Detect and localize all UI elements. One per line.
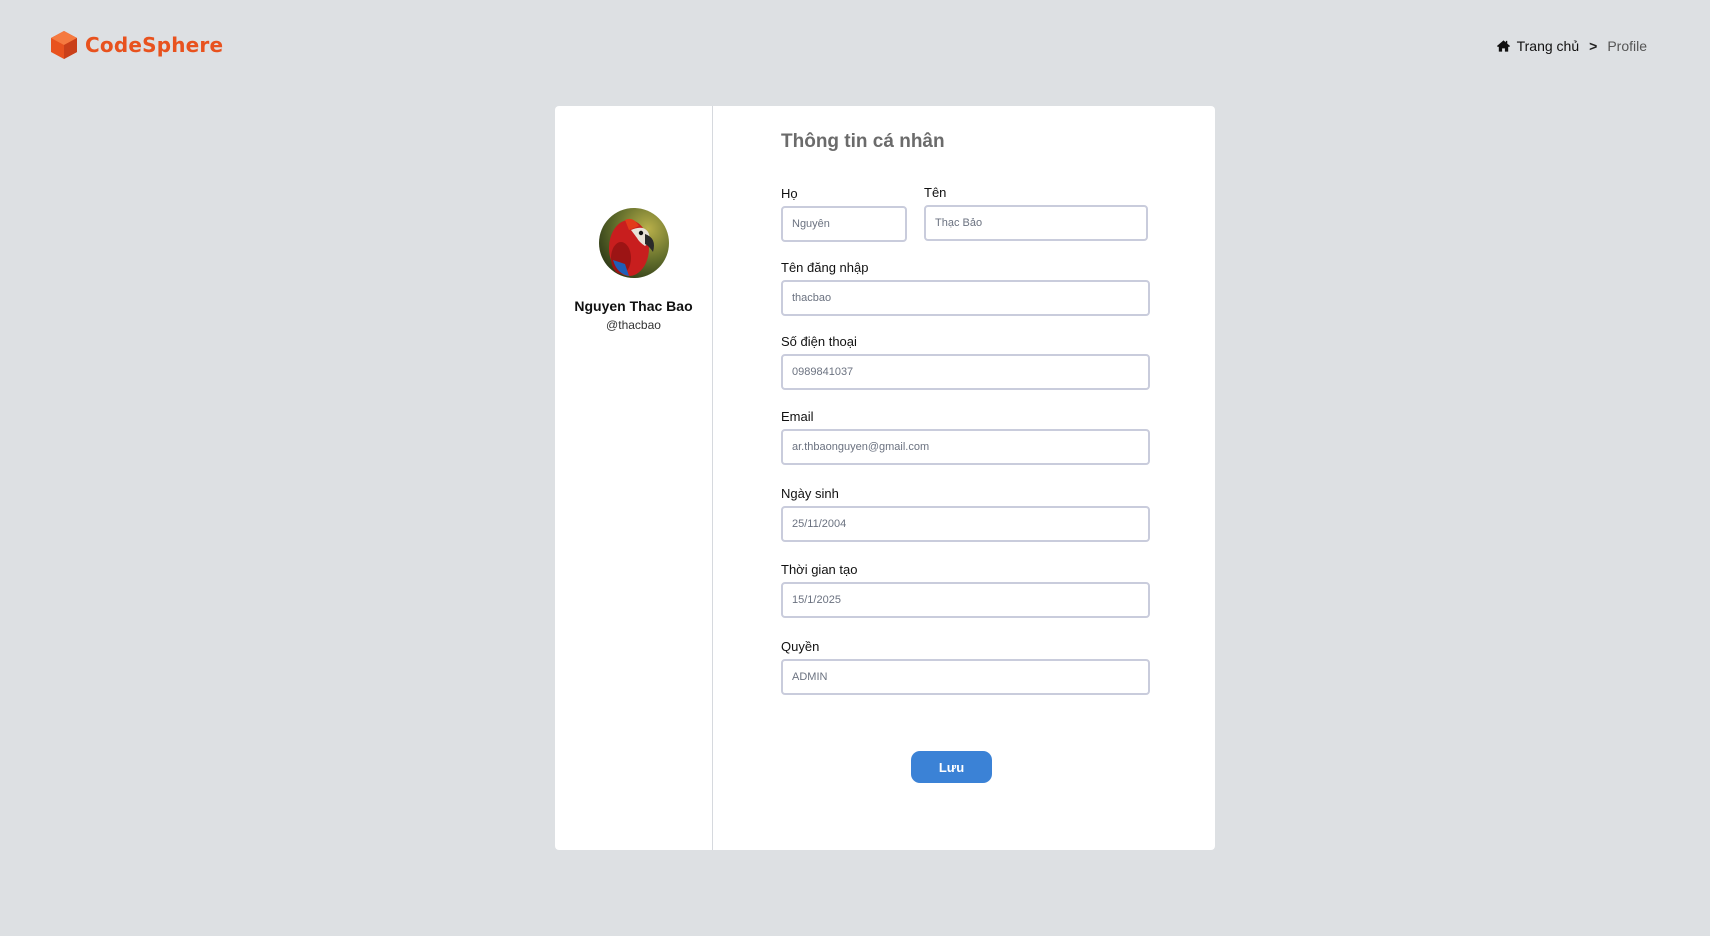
profile-form: Thông tin cá nhân Họ Nguyên Tên Thạc Bảo… bbox=[713, 106, 1215, 850]
breadcrumb-separator: > bbox=[1589, 38, 1598, 54]
created-time-field: Thời gian tạo 15/1/2025 bbox=[781, 562, 1150, 618]
first-name-input[interactable]: Thạc Bảo bbox=[924, 205, 1148, 241]
cube-logo-icon bbox=[51, 31, 77, 59]
first-name-field: Tên Thạc Bảo bbox=[924, 185, 1148, 241]
breadcrumb: Trang chủ > Profile bbox=[1496, 38, 1647, 54]
role-field: Quyền ADMIN bbox=[781, 639, 1150, 695]
page-title: Thông tin cá nhân bbox=[781, 131, 945, 152]
avatar bbox=[598, 208, 669, 278]
email-label: Email bbox=[781, 409, 814, 424]
last-name-input[interactable]: Nguyên bbox=[781, 206, 907, 242]
last-name-label: Họ bbox=[781, 186, 798, 201]
created-time-label: Thời gian tạo bbox=[781, 562, 858, 577]
birthday-input[interactable]: 25/11/2004 bbox=[781, 506, 1150, 542]
profile-sidebar: Nguyen Thac Bao @thacbao bbox=[555, 106, 713, 850]
first-name-label: Tên bbox=[924, 185, 947, 200]
role-label: Quyền bbox=[781, 639, 820, 654]
phone-field: Số điện thoại 0989841037 bbox=[781, 334, 1150, 390]
save-button[interactable]: Lưu bbox=[911, 751, 992, 783]
profile-card: Nguyen Thac Bao @thacbao Thông tin cá nh… bbox=[555, 106, 1215, 850]
profile-full-name: Nguyen Thac Bao bbox=[574, 298, 693, 314]
email-input[interactable]: ar.thbaonguyen@gmail.com bbox=[781, 429, 1150, 465]
last-name-field: Họ Nguyên bbox=[781, 186, 907, 242]
email-field: Email ar.thbaonguyen@gmail.com bbox=[781, 409, 1150, 465]
username-input[interactable]: thacbao bbox=[781, 280, 1150, 316]
birthday-label: Ngày sinh bbox=[781, 486, 839, 501]
brand-logo[interactable]: CodeSphere bbox=[49, 30, 223, 60]
breadcrumb-current: Profile bbox=[1607, 38, 1647, 54]
breadcrumb-home-link[interactable]: Trang chủ bbox=[1517, 38, 1580, 54]
birthday-field: Ngày sinh 25/11/2004 bbox=[781, 486, 1150, 542]
profile-username: @thacbao bbox=[606, 318, 661, 332]
phone-label: Số điện thoại bbox=[781, 334, 857, 349]
home-icon[interactable] bbox=[1496, 39, 1511, 53]
role-input[interactable]: ADMIN bbox=[781, 659, 1150, 695]
phone-input[interactable]: 0989841037 bbox=[781, 354, 1150, 390]
username-field: Tên đăng nhập thacbao bbox=[781, 260, 1150, 316]
username-label: Tên đăng nhập bbox=[781, 260, 869, 275]
brand-name: CodeSphere bbox=[85, 33, 224, 57]
created-time-input[interactable]: 15/1/2025 bbox=[781, 582, 1150, 618]
